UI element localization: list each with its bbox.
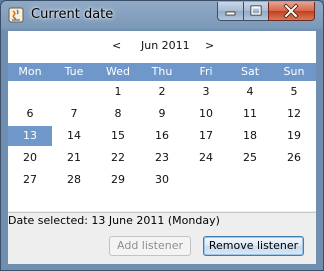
weekday-label: Tue	[64, 65, 84, 78]
day-cell[interactable]: 15	[96, 126, 140, 146]
day-cell[interactable]: 12	[272, 104, 316, 124]
day-cell[interactable]: 19	[272, 126, 316, 146]
day-cell[interactable]: 25	[228, 148, 272, 168]
previous-month-button[interactable]: <	[112, 39, 121, 52]
close-icon	[283, 3, 299, 19]
day-cell[interactable]: 21	[52, 148, 96, 168]
day-cell[interactable]: 20	[8, 148, 52, 168]
minimize-icon	[225, 11, 236, 16]
day-cell[interactable]: 8	[96, 104, 140, 124]
maximize-icon	[250, 5, 262, 16]
day-cell[interactable]: 4	[228, 82, 272, 102]
day-cell[interactable]: 28	[52, 170, 96, 190]
day-cell[interactable]: 5	[272, 82, 316, 102]
java-app-icon	[8, 7, 24, 23]
day-cell[interactable]: 23	[140, 148, 184, 168]
day-cell[interactable]: 6	[8, 104, 52, 124]
day-cell[interactable]: 11	[228, 104, 272, 124]
weekday-label: Sun	[283, 65, 305, 78]
remove-listener-button[interactable]: Remove listener	[203, 236, 304, 256]
day-cell[interactable]: 10	[184, 104, 228, 124]
day-cell[interactable]: 2	[140, 82, 184, 102]
maximize-button[interactable]	[243, 2, 269, 21]
day-cell[interactable]: 14	[52, 126, 96, 146]
add-listener-button[interactable]: Add listener	[109, 236, 191, 256]
window-content: < Jun 2011 > Mon Tue Wed Thu Fri Sat Sun…	[8, 31, 316, 264]
month-year-label: Jun 2011	[141, 39, 190, 52]
calendar-panel: < Jun 2011 > Mon Tue Wed Thu Fri Sat Sun…	[8, 31, 316, 211]
day-cell[interactable]: 27	[8, 170, 52, 190]
window-bottom-frame	[1, 264, 323, 271]
weekday-label: Wed	[106, 65, 130, 78]
day-cell[interactable]: 3	[184, 82, 228, 102]
month-navigator: < Jun 2011 >	[8, 38, 316, 56]
day-cell[interactable]: 26	[272, 148, 316, 168]
day-cell[interactable]: 16	[140, 126, 184, 146]
day-cell[interactable]: 1	[96, 82, 140, 102]
weekday-label: Fri	[199, 65, 213, 78]
app-window: Current date < Jun 2011 > Mon Tue Wed Th…	[0, 0, 324, 271]
day-cell[interactable]: 30	[140, 170, 184, 190]
close-button[interactable]	[268, 2, 315, 21]
day-cell[interactable]: 24	[184, 148, 228, 168]
weekday-header: Mon Tue Wed Thu Fri Sat Sun	[8, 63, 316, 81]
weekday-label: Sat	[240, 65, 260, 78]
next-month-button[interactable]: >	[205, 39, 214, 52]
day-cell[interactable]: 9	[140, 104, 184, 124]
selected-date-text: Date selected: 13 June 2011 (Monday)	[8, 214, 220, 227]
status-bar: Date selected: 13 June 2011 (Monday)	[8, 212, 316, 229]
day-cell-selected[interactable]: 13	[8, 126, 52, 146]
day-cell[interactable]: 18	[228, 126, 272, 146]
minimize-button[interactable]	[217, 2, 244, 21]
weekday-label: Thu	[151, 65, 173, 78]
day-cell[interactable]: 22	[96, 148, 140, 168]
day-cell[interactable]: 29	[96, 170, 140, 190]
weekday-label: Mon	[18, 65, 42, 78]
day-cell[interactable]: 7	[52, 104, 96, 124]
day-cell[interactable]: 17	[184, 126, 228, 146]
window-title: Current date	[31, 7, 114, 22]
title-bar[interactable]: Current date	[1, 1, 323, 31]
